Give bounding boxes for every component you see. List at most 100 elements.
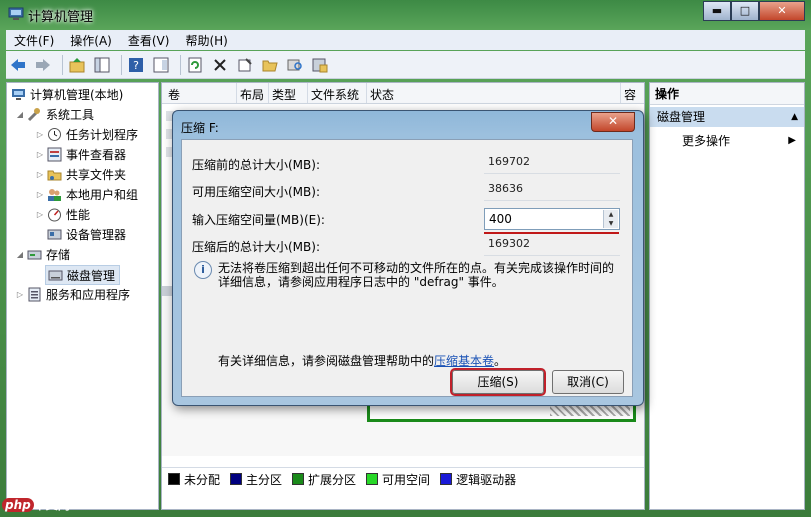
help-suffix: 。 — [494, 354, 507, 368]
dialog-body: 压缩前的总计大小(MB): 169702 可用压缩空间大小(MB): 38636… — [181, 139, 633, 397]
cancel-button[interactable]: 取消(C) — [552, 370, 624, 394]
properties-pane-icon[interactable] — [151, 55, 171, 75]
tree-item-event-viewer[interactable]: ▷ 事件查看器 — [35, 145, 126, 163]
menu-action[interactable]: 操作(A) — [70, 32, 112, 49]
legend-swatch-primary — [230, 473, 243, 485]
divider — [484, 255, 620, 256]
watermark-text: 中文网 — [33, 498, 70, 512]
storage-icon — [27, 250, 42, 259]
legend-extended: 扩展分区 — [308, 472, 357, 487]
device-manager-icon — [47, 229, 62, 239]
computer-management-icon — [8, 7, 24, 20]
collapse-up-icon[interactable]: ▲ — [791, 107, 798, 127]
expand-arrow-icon[interactable]: ▷ — [35, 150, 45, 159]
expand-arrow-icon[interactable]: ▷ — [35, 190, 45, 199]
available-space-value: 38636 — [488, 182, 523, 195]
submenu-arrow-icon: ▶ — [788, 135, 796, 146]
help-icon[interactable]: ? — [126, 55, 146, 75]
tree-item-storage[interactable]: ◢ 存储 — [15, 245, 70, 263]
maximize-button[interactable]: □ — [731, 1, 759, 21]
expand-arrow-icon[interactable]: ▷ — [15, 290, 25, 299]
computer-management-window: 计算机管理 ▬ □ ✕ 文件(F) 操作(A) 查看(V) 帮助(H) ? 计算 — [0, 0, 811, 517]
tree-item-system-tools[interactable]: ◢ 系统工具 — [15, 105, 94, 123]
tree-item-local-users-groups[interactable]: ▷ 本地用户和组 — [35, 185, 138, 203]
delete-icon[interactable] — [210, 55, 230, 75]
expand-arrow-icon[interactable]: ▷ — [35, 130, 45, 139]
up-folder-icon[interactable] — [67, 55, 87, 75]
event-viewer-icon — [47, 147, 62, 161]
info-message: 无法将卷压缩到超出任何不可移动的文件所在的点。有关完成该操作时间的详细信息，请参… — [218, 261, 615, 289]
menu-file[interactable]: 文件(F) — [14, 32, 54, 49]
spinner-arrows-icon[interactable]: ▲ ▼ — [603, 210, 618, 228]
legend-swatch-unallocated — [168, 473, 180, 485]
minimize-button[interactable]: ▬ — [703, 1, 731, 21]
column-status[interactable]: 状态 — [370, 86, 394, 103]
legend-logical: 逻辑驱动器 — [456, 472, 517, 487]
shrink-amount-label: 输入压缩空间量(MB)(E): — [192, 213, 325, 227]
menu-bar: 文件(F) 操作(A) 查看(V) 帮助(H) — [6, 30, 805, 50]
legend-unallocated: 未分配 — [184, 472, 221, 487]
more-actions-item[interactable]: 更多操作 ▶ — [650, 131, 804, 151]
tree-item-disk-management[interactable]: 磁盘管理 — [45, 265, 121, 285]
refresh-icon[interactable] — [185, 55, 205, 75]
properties-icon[interactable] — [235, 55, 255, 75]
column-capacity[interactable]: 容 — [624, 86, 636, 103]
tools-icon — [27, 107, 40, 121]
tree-label: 本地用户和组 — [66, 187, 139, 202]
search-disk-icon[interactable] — [285, 55, 305, 75]
tree-item-device-manager[interactable]: 设备管理器 — [45, 225, 126, 243]
tree-label: 计算机管理(本地) — [30, 87, 124, 102]
tree-label: 性能 — [66, 207, 91, 222]
legend-free: 可用空间 — [382, 472, 431, 487]
disk-settings-icon[interactable] — [310, 55, 330, 75]
column-layout[interactable]: 布局 — [240, 86, 264, 103]
tree-label: 共享文件夹 — [66, 167, 127, 182]
show-hide-tree-icon[interactable] — [92, 55, 112, 75]
forward-icon[interactable] — [33, 55, 53, 75]
toolbar-divider — [180, 54, 181, 75]
tree-item-task-scheduler[interactable]: ▷ 任务计划程序 — [35, 125, 138, 143]
actions-pane: 操作 磁盘管理 ▲ 更多操作 ▶ — [649, 82, 805, 510]
total-after-value: 169302 — [488, 237, 530, 250]
actions-section-label: 磁盘管理 — [657, 110, 706, 124]
watermark-badge: php — [2, 498, 34, 512]
users-icon — [48, 188, 61, 201]
open-folder-icon[interactable] — [260, 55, 280, 75]
tree-label: 存储 — [46, 247, 71, 262]
shared-folder-icon — [47, 170, 62, 180]
column-type[interactable]: 类型 — [272, 86, 296, 103]
navigation-tree: 计算机管理(本地) ◢ 系统工具 ▷ 任务计划程序 ▷ 事件查看器 ▷ 共享文件… — [6, 82, 159, 510]
available-space-label: 可用压缩空间大小(MB): — [192, 185, 320, 199]
tree-item-computer-management[interactable]: 计算机管理(本地) — [9, 85, 123, 103]
shrink-button[interactable]: 压缩(S) — [450, 368, 546, 396]
shrink-amount-input[interactable]: 400 ▲ ▼ — [484, 208, 620, 230]
tree-item-services-applications[interactable]: ▷ 服务和应用程序 — [15, 285, 130, 303]
menu-view[interactable]: 查看(V) — [128, 32, 170, 49]
tree-item-shared-folders[interactable]: ▷ 共享文件夹 — [35, 165, 126, 183]
legend-swatch-free — [366, 473, 379, 485]
disk-legend: 未分配 主分区 扩展分区 可用空间 逻辑驱动器 — [162, 467, 644, 490]
back-icon[interactable] — [8, 55, 28, 75]
toolbar: ? — [6, 51, 805, 79]
column-volume[interactable]: 卷 — [168, 86, 180, 103]
help-prefix: 有关详细信息，请参阅磁盘管理帮助中的 — [218, 354, 435, 368]
collapse-arrow-icon[interactable]: ◢ — [15, 110, 25, 119]
legend-swatch-extended — [292, 473, 305, 485]
actions-section-disk-management[interactable]: 磁盘管理 ▲ — [650, 107, 804, 127]
expand-arrow-icon[interactable]: ▷ — [35, 210, 45, 219]
close-button[interactable]: ✕ — [759, 1, 805, 21]
services-icon — [28, 287, 41, 301]
tree-label: 设备管理器 — [66, 227, 127, 242]
dialog-close-button[interactable]: ✕ — [591, 112, 635, 132]
volume-list-header: 卷 布局 类型 文件系统 状态 容 — [162, 83, 644, 104]
window-controls: ▬ □ ✕ — [703, 1, 805, 21]
expand-arrow-icon[interactable]: ▷ — [35, 170, 45, 179]
svg-text:?: ? — [133, 59, 139, 72]
total-before-label: 压缩前的总计大小(MB): — [192, 158, 320, 172]
menu-help[interactable]: 帮助(H) — [185, 32, 227, 49]
collapse-arrow-icon[interactable]: ◢ — [15, 250, 25, 259]
tree-item-performance[interactable]: ▷ 性能 — [35, 205, 90, 223]
shrink-basic-volume-link[interactable]: 压缩基本卷 — [434, 354, 494, 368]
tree-label: 任务计划程序 — [66, 127, 139, 142]
column-filesystem[interactable]: 文件系统 — [311, 86, 359, 103]
